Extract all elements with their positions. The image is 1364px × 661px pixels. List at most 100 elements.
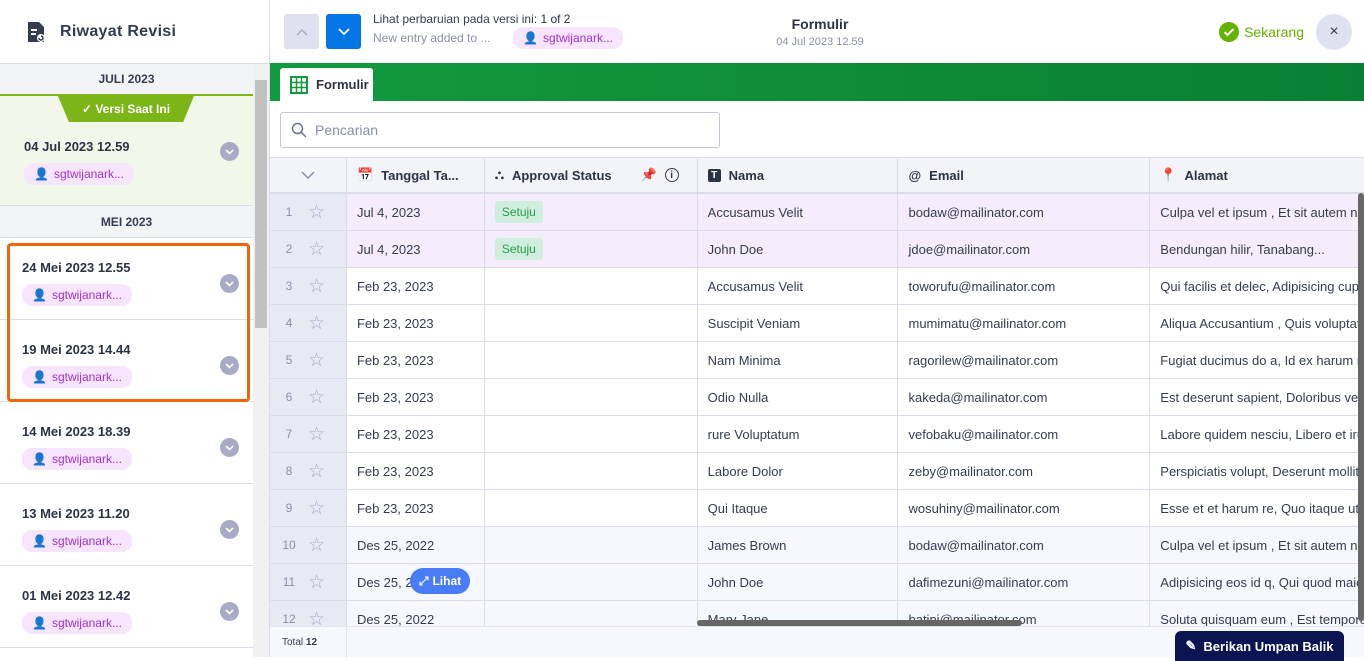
name-cell[interactable]: James Brown — [698, 527, 899, 563]
address-cell[interactable]: Bendungan hilir, Tanabang... — [1150, 231, 1364, 267]
close-button[interactable]: × — [1316, 14, 1352, 50]
star-icon[interactable]: ☆ — [308, 349, 325, 372]
date-cell[interactable]: Feb 23, 2023 — [347, 342, 485, 378]
name-cell[interactable]: Nam Minima — [698, 342, 899, 378]
email-cell[interactable]: wosuhiny@mailinator.com — [898, 490, 1151, 526]
tab-formulir[interactable]: Formulir — [280, 68, 373, 101]
star-icon[interactable]: ☆ — [308, 608, 325, 627]
star-icon[interactable]: ☆ — [308, 534, 325, 557]
email-cell[interactable]: dafimezuni@mailinator.com — [898, 564, 1151, 600]
column-header-approval[interactable]: ⛬ Approval Status 📌 i — [485, 158, 698, 192]
star-icon[interactable]: ☆ — [308, 201, 325, 224]
date-cell[interactable]: Feb 23, 2023 — [347, 490, 485, 526]
table-row[interactable]: 10 ☆ Des 25, 2022 James Brown bodaw@maili… — [270, 527, 1364, 564]
approval-cell[interactable] — [485, 564, 698, 600]
name-cell[interactable]: John Doe — [698, 564, 899, 600]
approval-cell[interactable] — [485, 601, 698, 626]
approval-cell[interactable]: Setuju — [485, 194, 698, 230]
search-input[interactable]: Pencarian — [280, 112, 720, 148]
name-cell[interactable]: Accusamus Velit — [698, 268, 899, 304]
table-row[interactable]: 9 ☆ Feb 23, 2023 Qui Itaque wosuhiny@mail… — [270, 490, 1364, 527]
horizontal-scrollbar[interactable] — [697, 620, 1022, 626]
address-cell[interactable]: Culpa vel et ipsum , Et sit autem nulla — [1150, 194, 1364, 230]
table-row[interactable]: 1 ☆ Jul 4, 2023 Setuju Accusamus Velit bo… — [270, 194, 1364, 231]
view-button[interactable]: ⤢ Lihat — [410, 568, 470, 594]
date-cell[interactable]: Feb 23, 2023 — [347, 268, 485, 304]
star-icon[interactable]: ☆ — [308, 275, 325, 298]
name-cell[interactable]: Suscipit Veniam — [698, 305, 899, 341]
star-icon[interactable]: ☆ — [308, 423, 325, 446]
vertical-scrollbar[interactable] — [1358, 193, 1364, 621]
star-icon[interactable]: ☆ — [308, 386, 325, 409]
address-cell[interactable]: Aliqua Accusantium , Quis voluptate — [1150, 305, 1364, 341]
select-all-chevron-icon[interactable] — [270, 158, 347, 192]
approval-cell[interactable] — [485, 379, 698, 415]
chevron-down-icon[interactable] — [220, 274, 239, 293]
star-icon[interactable]: ☆ — [308, 460, 325, 483]
address-cell[interactable]: Est deserunt sapient, Doloribus vel a — [1150, 379, 1364, 415]
name-cell[interactable]: John Doe — [698, 231, 899, 267]
address-cell[interactable]: Esse et et harum re, Quo itaque ut d — [1150, 490, 1364, 526]
star-icon[interactable]: ☆ — [308, 238, 325, 261]
address-cell[interactable]: Qui facilis et delec, Adipisicing cupid — [1150, 268, 1364, 304]
revision-entry[interactable]: 01 Mei 2023 12.42 👤 sgtwijanark... — [0, 566, 253, 648]
approval-cell[interactable] — [485, 527, 698, 563]
date-cell[interactable]: Jul 4, 2023 — [347, 194, 485, 230]
star-icon[interactable]: ☆ — [308, 312, 325, 335]
revision-entry[interactable]: 14 Mei 2023 18.39 👤 sgtwijanark... — [0, 402, 253, 484]
approval-cell[interactable] — [485, 416, 698, 452]
approval-cell[interactable] — [485, 305, 698, 341]
table-row[interactable]: 8 ☆ Feb 23, 2023 Labore Dolor zeby@mailin… — [270, 453, 1364, 490]
date-cell[interactable]: Jul 4, 2023 — [347, 231, 485, 267]
email-cell[interactable]: zeby@mailinator.com — [898, 453, 1151, 489]
approval-cell[interactable] — [485, 342, 698, 378]
table-row[interactable]: 4 ☆ Feb 23, 2023 Suscipit Veniam mumimatu… — [270, 305, 1364, 342]
next-update-button[interactable] — [326, 14, 361, 49]
date-cell[interactable]: Des 25, 2022 — [347, 601, 485, 626]
date-cell[interactable]: Feb 23, 2023 — [347, 453, 485, 489]
approval-cell[interactable] — [485, 453, 698, 489]
name-cell[interactable]: Odio Nulla — [698, 379, 899, 415]
address-cell[interactable]: Labore quidem nesciu, Libero et irur — [1150, 416, 1364, 452]
address-cell[interactable]: Culpa vel et ipsum , Et sit autem null — [1150, 527, 1364, 563]
date-cell[interactable]: Feb 23, 2023 — [347, 305, 485, 341]
chevron-down-icon[interactable] — [220, 520, 239, 539]
table-row[interactable]: 2 ☆ Jul 4, 2023 Setuju John Doe jdoe@mail… — [270, 231, 1364, 268]
address-cell[interactable]: Soluta quisquam eum , Est tempore — [1150, 601, 1364, 627]
email-cell[interactable]: toworufu@mailinator.com — [898, 268, 1151, 304]
previous-update-button[interactable] — [284, 14, 319, 49]
approval-cell[interactable]: Setuju — [485, 231, 698, 267]
name-cell[interactable]: Qui Itaque — [698, 490, 899, 526]
revision-entry[interactable]: 24 Mei 2023 12.55 👤 sgtwijanark... — [0, 238, 253, 320]
revision-entry[interactable]: 19 Mei 2023 14.44 👤 sgtwijanark... — [0, 320, 253, 402]
star-icon[interactable]: ☆ — [308, 571, 325, 594]
table-row[interactable]: 5 ☆ Feb 23, 2023 Nam Minima ragorilew@mai… — [270, 342, 1364, 379]
now-button[interactable]: Sekarang — [1219, 22, 1304, 42]
name-cell[interactable]: rure Voluptatum — [698, 416, 899, 452]
sidebar-scrollbar[interactable] — [253, 64, 269, 657]
chevron-down-icon[interactable] — [220, 142, 239, 161]
chevron-down-icon[interactable] — [220, 438, 239, 457]
revision-entry[interactable]: 13 Mei 2023 11.20 👤 sgtwijanark... — [0, 484, 253, 566]
email-cell[interactable]: jdoe@mailinator.com — [898, 231, 1151, 267]
email-cell[interactable]: bodaw@mailinator.com — [898, 194, 1151, 230]
address-cell[interactable]: Perspiciatis volupt, Deserunt mollit p — [1150, 453, 1364, 489]
chevron-down-icon[interactable] — [220, 356, 239, 375]
approval-cell[interactable] — [485, 268, 698, 304]
date-cell[interactable]: Feb 23, 2023 — [347, 416, 485, 452]
chevron-down-icon[interactable] — [220, 602, 239, 621]
date-cell[interactable]: Feb 23, 2023 — [347, 379, 485, 415]
email-cell[interactable]: vefobaku@mailinator.com — [898, 416, 1151, 452]
address-cell[interactable]: Fugiat ducimus do a, Id ex harum rep — [1150, 342, 1364, 378]
email-cell[interactable]: bodaw@mailinator.com — [898, 527, 1151, 563]
table-row[interactable]: 3 ☆ Feb 23, 2023 Accusamus Velit toworufu… — [270, 268, 1364, 305]
address-cell[interactable]: Adipisicing eos id q, Qui quod maior — [1150, 564, 1364, 600]
name-cell[interactable]: Accusamus Velit — [698, 194, 899, 230]
email-cell[interactable]: mumimatu@mailinator.com — [898, 305, 1151, 341]
approval-cell[interactable] — [485, 490, 698, 526]
revision-entry-current[interactable]: ✓ Versi Saat Ini 04 Jul 2023 12.59 👤 sgtw… — [0, 96, 253, 206]
email-cell[interactable]: ragorilew@mailinator.com — [898, 342, 1151, 378]
column-header-name[interactable]: T Nama — [698, 158, 899, 192]
star-icon[interactable]: ☆ — [308, 497, 325, 520]
column-header-address[interactable]: 📍 Alamat — [1150, 158, 1364, 192]
